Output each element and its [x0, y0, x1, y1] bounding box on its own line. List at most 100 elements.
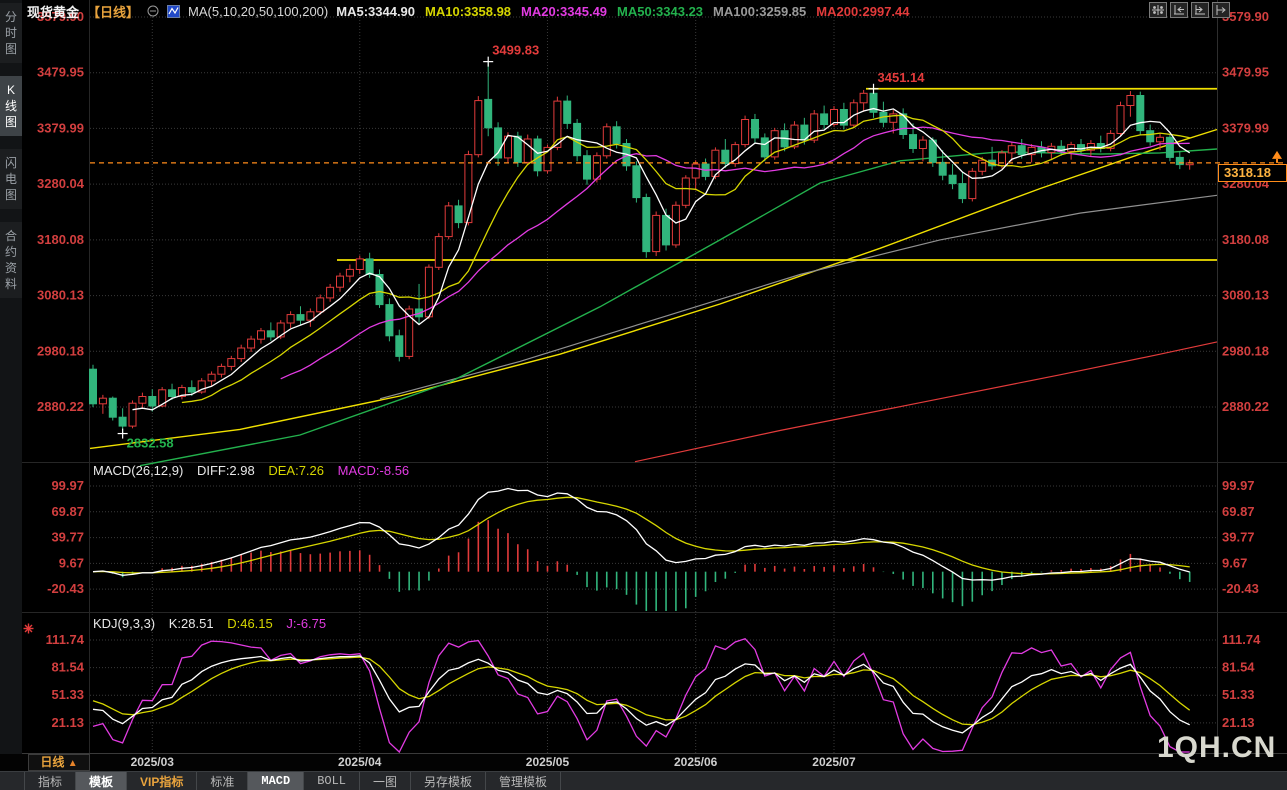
collapse-icon[interactable] [147, 5, 159, 17]
axis-label: 21.13 [1222, 715, 1255, 730]
month-label: 2025/07 [812, 755, 856, 769]
indicator-star-icon[interactable] [23, 621, 34, 639]
candles [89, 61, 1194, 434]
last-price-badge: 3318.18 [1218, 164, 1287, 182]
month-label: 2025/04 [338, 755, 382, 769]
ma200-line [634, 341, 1218, 463]
axis-label: 3499.83 [492, 43, 539, 58]
axis-label: 21.13 [51, 715, 84, 730]
axis-label: 2980.18 [37, 343, 84, 358]
macd-hist-value: MACD:-8.56 [337, 463, 410, 478]
kdj-j-value: J:-6.75 [286, 616, 327, 631]
sidebar-item-1[interactable]: K线图 [0, 76, 22, 136]
kdj-indicator-label: KDJ(9,3,3) K:28.51 D:46.15 J:-6.75 [93, 616, 336, 631]
axis-label: 3080.13 [37, 288, 84, 303]
ma-value-label: MA200:2997.44 [816, 3, 910, 19]
sidebar-item-2[interactable]: 闪电图 [0, 149, 22, 209]
axis-label: 9.67 [1222, 555, 1247, 570]
footer-tab-8[interactable]: 管理模板 [486, 772, 562, 790]
sidebar-item-3[interactable]: 合约资料 [0, 222, 22, 298]
month-gridlines [151, 17, 835, 753]
scale-axis-right-icon[interactable] [1191, 2, 1209, 18]
footer-tab-2[interactable]: VIP指标 [127, 772, 198, 790]
axis-label: -20.43 [47, 581, 84, 596]
period-selector-button[interactable]: 日线 ▲ [28, 754, 90, 771]
axis-label: 3451.14 [878, 70, 926, 85]
axis-label: 3379.99 [1222, 120, 1269, 135]
axis-label: 69.87 [1222, 504, 1255, 519]
extreme-annotations: 3499.83 3451.14 2832.58 [117, 43, 926, 451]
axis-label: 51.33 [1222, 687, 1255, 702]
watermark: 1QH.CN [1157, 731, 1277, 764]
period-tag: 【日线】 [87, 4, 140, 20]
time-axis-row: 日线 ▲ 2025/03 2025/04 2025/05 2025/06 2025/07 [0, 754, 1287, 771]
footer-tab-6[interactable]: 一图 [360, 772, 412, 790]
axis-label: 99.97 [1222, 478, 1255, 493]
axis-label: 3379.99 [37, 120, 84, 135]
macd-diff-line [92, 487, 1190, 581]
axis-label: 3479.95 [1222, 65, 1269, 80]
bottom-toolbar: 指标 模板 VIP指标 标准 MACD BOLL 一图 另存模板 管理模板 [0, 771, 1287, 790]
expand-pane-icon[interactable] [1212, 2, 1230, 18]
axis-label: 2880.22 [1222, 399, 1269, 414]
pan-tool-icon[interactable] [1149, 2, 1167, 18]
footer-tab-1[interactable]: 模板 [76, 772, 128, 790]
indicator-chart-icon[interactable] [167, 4, 181, 18]
axis-label: 2980.18 [1222, 343, 1269, 358]
chart-type-sidebar: 分时图 K线图闪电图合约资料 [0, 0, 22, 754]
window-toolbar-icons [1149, 2, 1230, 18]
axis-label: 99.97 [51, 478, 84, 493]
axis-label: 3479.95 [37, 65, 84, 80]
axis-label: -20.43 [1222, 581, 1259, 596]
axis-label: 3180.08 [1222, 232, 1269, 247]
sidebar-item-0[interactable]: 分时图 [0, 3, 22, 63]
macd-indicator-label: MACD(26,12,9) DIFF:2.98 DEA:7.26 MACD:-8… [93, 463, 419, 478]
chart-canvas[interactable]: 3579.90 3579.90 3479.95 3479.95 3379.99 3379.… [0, 0, 1287, 754]
kdj-name: KDJ(9,3,3) [93, 616, 156, 631]
footer-tab-5[interactable]: BOLL [304, 772, 361, 790]
footer-tab-4[interactable]: MACD [248, 772, 305, 790]
ma50-line [139, 148, 1218, 467]
axis-label: 111.74 [46, 632, 85, 647]
axis-label: 81.54 [51, 660, 84, 675]
ma-value-label: MA20:3345.49 [521, 3, 608, 19]
axis-label: 39.77 [1222, 530, 1255, 545]
kdj-d-line [92, 656, 1191, 726]
chart-header: 现货黄金 【日线】 MA(5,10,20,50,100,200) MA5:334… [27, 1, 920, 21]
macd-dea-value: DEA:7.26 [268, 463, 325, 478]
footer-tab-0[interactable]: 指标 [25, 772, 77, 790]
period-selector-label: 日线 [40, 755, 65, 769]
ma-settings-label: MA(5,10,20,50,100,200) [188, 3, 329, 19]
toolbar-spacer [0, 772, 25, 790]
month-label: 2025/06 [673, 755, 718, 769]
ma-value-label: MA10:3358.98 [425, 3, 512, 19]
macd-diff-value: DIFF:2.98 [196, 463, 255, 478]
axis-label: 2832.58 [127, 436, 174, 451]
axis-label: 3080.13 [1222, 288, 1269, 303]
axis-label: 51.33 [51, 687, 84, 702]
trendline [89, 128, 1218, 450]
kdj-d-value: D:46.15 [227, 616, 273, 631]
kdj-k-value: K:28.51 [168, 616, 214, 631]
axis-label: 3280.04 [37, 176, 85, 191]
ma-value-label: MA50:3343.23 [617, 3, 704, 19]
scale-axis-left-icon[interactable] [1170, 2, 1188, 18]
axis-label: 9.67 [59, 555, 84, 570]
axis-label: 81.54 [1222, 660, 1255, 675]
month-label: 2025/03 [130, 755, 174, 769]
footer-tab-7[interactable]: 另存模板 [411, 772, 487, 790]
axis-label: 39.77 [51, 530, 84, 545]
period-selector-arrow-icon: ▲ [67, 758, 78, 769]
price-arrow-icon [1272, 150, 1282, 159]
axis-label: 2880.22 [37, 399, 84, 414]
footer-tab-3[interactable]: 标准 [197, 772, 249, 790]
axis-label: 3180.08 [37, 232, 84, 247]
symbol-title: 现货黄金 [27, 4, 80, 20]
ma-values: MA5:3344.90 MA10:3358.98 MA20:3345.49 MA50:… [336, 4, 919, 19]
axis-label: 69.87 [51, 504, 84, 519]
ma-value-label: MA100:3259.85 [713, 3, 807, 19]
app-window: 分时图 K线图闪电图合约资料 现货黄金 【日线】 MA(5,10,20,50,10… [0, 0, 1287, 790]
ma-value-label: MA5:3344.90 [336, 3, 416, 19]
axis-label: 111.74 [1222, 632, 1261, 647]
macd-histogram [102, 520, 1191, 611]
